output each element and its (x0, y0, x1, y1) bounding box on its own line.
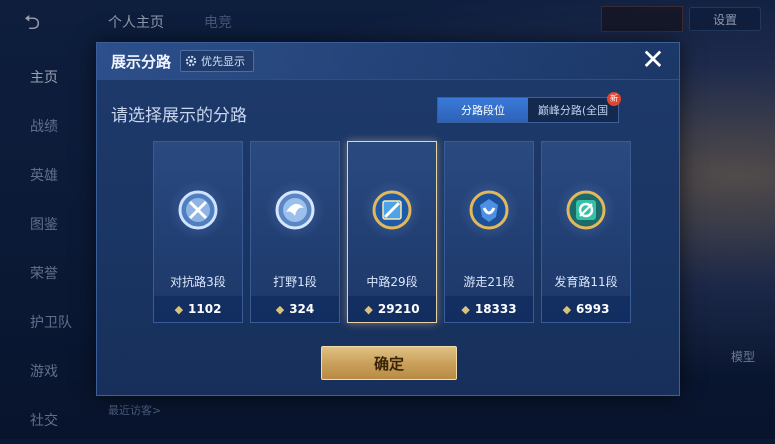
lane-card-name: 中路29段 (366, 275, 418, 289)
power-icon: ◆ (461, 302, 470, 316)
power-icon: ◆ (562, 302, 572, 316)
lane-card-farm[interactable]: 发育路11段 ◆ 6993 (541, 141, 631, 323)
lane-card-score-value: 1102 (188, 302, 222, 316)
emblem-glow (556, 180, 616, 240)
lane-tabs: 分路段位 巅峰分路(全国 新 (437, 92, 621, 123)
close-icon[interactable]: ✕ (639, 46, 667, 75)
lane-card-name: 打野1段 (273, 275, 317, 289)
roam-emblem-icon (469, 190, 509, 230)
lane-card-score: ◆ 18333 (445, 296, 533, 322)
new-badge: 新 (607, 92, 621, 106)
lane-card-score: ◆ 6993 (542, 296, 630, 322)
lane-card-score: ◆ 1102 (154, 296, 242, 322)
lane-card-name: 对抗路3段 (170, 275, 226, 289)
power-icon: ◆ (174, 302, 184, 316)
lane-card-score-value: 29210 (377, 302, 420, 316)
emblem-glow (168, 180, 228, 240)
priority-display-label: 优先显示 (201, 55, 245, 68)
emblem-glow (265, 180, 325, 240)
lane-card-jungle[interactable]: 打野1段 ◆ 324 (250, 141, 340, 323)
lane-card-list: 对抗路3段 ◆ 1102 打野1段 ◆ 324 中路29段 ◆ 29210 游走… (153, 141, 631, 323)
mid-lane-emblem-icon (372, 190, 412, 230)
emblem-glow (362, 180, 422, 240)
lane-card-score: ◆ 29210 (348, 296, 436, 322)
gear-icon (185, 55, 197, 67)
tab-peak-lane-label: 巅峰分路(全国 (537, 104, 609, 117)
lane-card-score-value: 6993 (576, 302, 610, 316)
lane-card-score: ◆ 324 (251, 296, 339, 322)
lane-card-name: 发育路11段 (554, 275, 618, 289)
power-icon: ◆ (275, 302, 285, 316)
lane-card-score-value: 324 (289, 302, 315, 316)
lane-display-dialog: 展示分路 优先显示 ✕ 请选择展示的分路 分路段位 巅峰分路(全国 新 对抗路3… (96, 42, 680, 396)
lane-card-mid[interactable]: 中路29段 ◆ 29210 (347, 141, 437, 323)
confirm-button[interactable]: 确定 (321, 346, 457, 380)
lane-card-score-value: 18333 (474, 302, 517, 316)
priority-display-button[interactable]: 优先显示 (180, 50, 254, 72)
dialog-subtitle: 请选择展示的分路 (111, 106, 247, 126)
tab-lane-rank[interactable]: 分路段位 (438, 98, 528, 122)
tab-peak-lane[interactable]: 巅峰分路(全国 新 (528, 92, 621, 122)
lane-card-roam[interactable]: 游走21段 ◆ 18333 (444, 141, 534, 323)
emblem-glow (459, 180, 519, 240)
lane-card-name: 游走21段 (463, 275, 515, 289)
lane-card-clash[interactable]: 对抗路3段 ◆ 1102 (153, 141, 243, 323)
power-icon: ◆ (364, 302, 373, 316)
dialog-title: 展示分路 (111, 53, 172, 71)
farm-lane-emblem-icon (566, 190, 606, 230)
clash-lane-emblem-icon (178, 190, 218, 230)
jungle-emblem-icon (275, 190, 315, 230)
